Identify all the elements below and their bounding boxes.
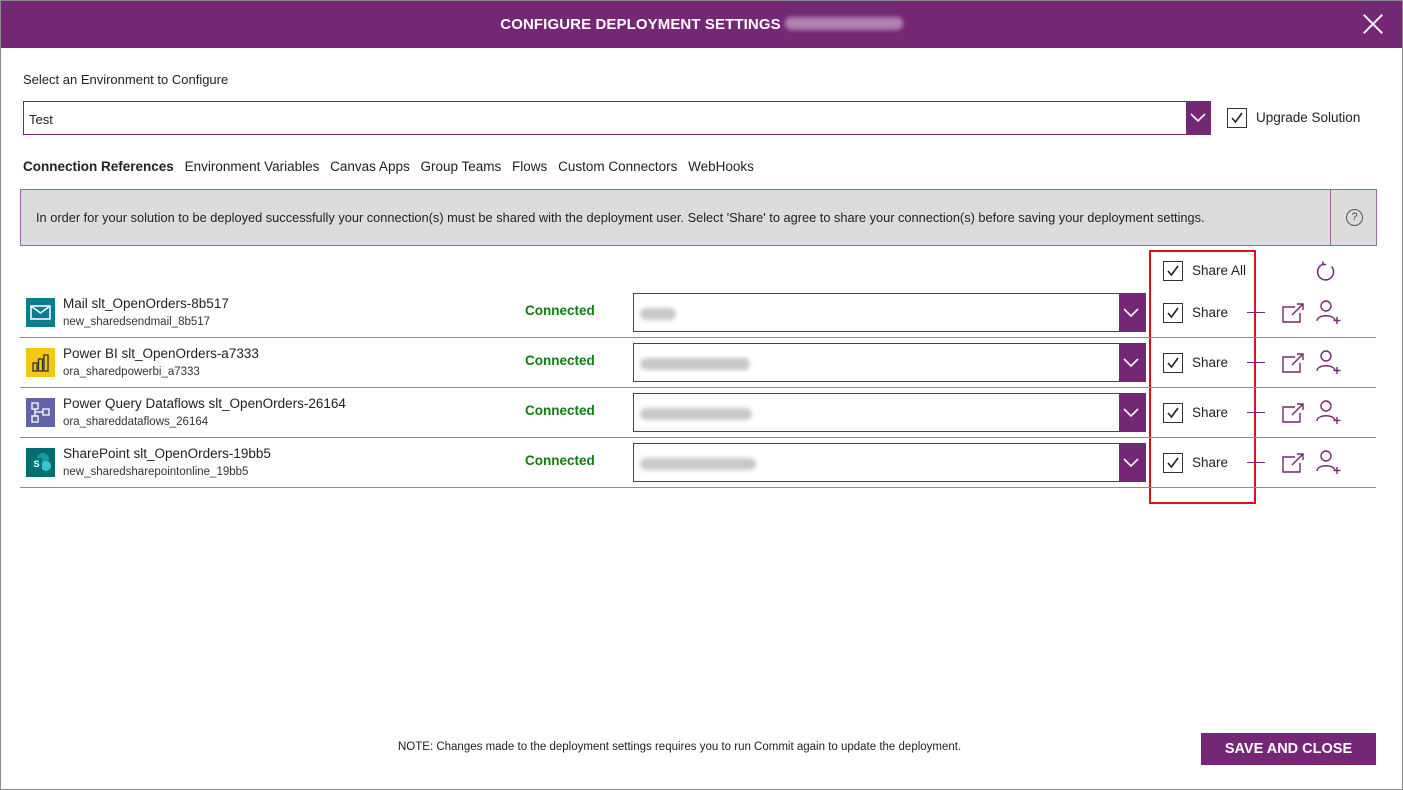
chevron-down-icon[interactable] xyxy=(1119,394,1145,431)
redacted-connection-value xyxy=(640,308,676,320)
divider-line xyxy=(1247,462,1265,463)
save-and-close-button[interactable]: SAVE AND CLOSE xyxy=(1201,733,1376,765)
connection-status: Connected xyxy=(525,453,595,468)
redacted-connection-value xyxy=(640,408,752,420)
open-external-icon[interactable] xyxy=(1281,452,1305,474)
checkbox-checked-icon[interactable] xyxy=(1163,453,1183,473)
add-user-icon[interactable] xyxy=(1316,449,1342,475)
share-checkbox[interactable]: Share xyxy=(1163,303,1228,323)
settings-tabs: Connection References Environment Variab… xyxy=(23,159,761,174)
tab-flows[interactable]: Flows xyxy=(512,159,547,174)
share-label: Share xyxy=(1192,355,1229,370)
divider-line xyxy=(1247,312,1265,313)
connection-row-dataflows: Power Query Dataflows slt_OpenOrders-261… xyxy=(20,388,1376,438)
connection-name: Power BI slt_OpenOrders-a7333 xyxy=(63,346,259,361)
divider-line xyxy=(1247,362,1265,363)
connection-logical-name: ora_shareddataflows_26164 xyxy=(63,416,209,428)
upgrade-solution-checkbox[interactable]: Upgrade Solution xyxy=(1227,108,1360,128)
dataflows-icon xyxy=(26,398,55,427)
share-label: Share xyxy=(1192,405,1229,420)
connection-row-sharepoint: S SharePoint slt_OpenOrders-19bb5 new_sh… xyxy=(20,438,1376,488)
chevron-down-icon[interactable] xyxy=(1119,444,1145,481)
share-all-checkbox[interactable]: Share All xyxy=(1163,261,1246,281)
dialog-title: CONFIGURE DEPLOYMENT SETTINGS xyxy=(1,16,1402,33)
upgrade-solution-label: Upgrade Solution xyxy=(1256,110,1361,125)
connection-name: Mail slt_OpenOrders-8b517 xyxy=(63,296,229,311)
svg-text:S: S xyxy=(33,459,39,469)
share-all-label: Share All xyxy=(1192,263,1247,278)
connection-select[interactable] xyxy=(633,343,1146,382)
redacted-connection-value xyxy=(640,458,756,470)
refresh-icon[interactable] xyxy=(1315,261,1337,283)
info-banner: In order for your solution to be deploye… xyxy=(20,189,1377,246)
share-checkbox[interactable]: Share xyxy=(1163,353,1228,373)
checkbox-checked-icon[interactable] xyxy=(1163,303,1183,323)
environment-selected-value: Test xyxy=(29,112,53,127)
tab-webhooks[interactable]: WebHooks xyxy=(688,159,754,174)
environment-label: Select an Environment to Configure xyxy=(23,72,229,87)
connection-select[interactable] xyxy=(633,443,1146,482)
checkbox-checked-icon[interactable] xyxy=(1227,108,1247,128)
connection-name: SharePoint slt_OpenOrders-19bb5 xyxy=(63,446,271,461)
add-user-icon[interactable] xyxy=(1316,349,1342,375)
checkbox-checked-icon[interactable] xyxy=(1163,261,1183,281)
share-checkbox[interactable]: Share xyxy=(1163,453,1228,473)
connection-select[interactable] xyxy=(633,293,1146,332)
tab-connection-references[interactable]: Connection References xyxy=(23,159,174,174)
connection-status: Connected xyxy=(525,353,595,368)
chevron-down-icon[interactable] xyxy=(1186,102,1210,134)
close-icon[interactable] xyxy=(1362,13,1384,35)
redacted-solution-name xyxy=(784,17,903,30)
powerbi-icon xyxy=(26,348,55,377)
add-user-icon[interactable] xyxy=(1316,299,1342,325)
checkbox-checked-icon[interactable] xyxy=(1163,353,1183,373)
redacted-connection-value xyxy=(640,358,750,370)
checkbox-checked-icon[interactable] xyxy=(1163,403,1183,423)
connection-name: Power Query Dataflows slt_OpenOrders-261… xyxy=(63,396,346,411)
sharepoint-icon: S xyxy=(26,448,55,477)
connection-row-powerbi: Power BI slt_OpenOrders-a7333 ora_shared… xyxy=(20,338,1376,388)
connection-select[interactable] xyxy=(633,393,1146,432)
connection-status: Connected xyxy=(525,303,595,318)
add-user-icon[interactable] xyxy=(1316,399,1342,425)
banner-message: In order for your solution to be deploye… xyxy=(36,210,1205,225)
chevron-down-icon[interactable] xyxy=(1119,294,1145,331)
tab-canvas-apps[interactable]: Canvas Apps xyxy=(330,159,410,174)
open-external-icon[interactable] xyxy=(1281,302,1305,324)
mail-icon xyxy=(26,298,55,327)
share-label: Share xyxy=(1192,305,1229,320)
tab-environment-variables[interactable]: Environment Variables xyxy=(185,159,320,174)
help-icon[interactable]: ? xyxy=(1346,209,1363,226)
connection-logical-name: new_sharedsharepointonline_19bb5 xyxy=(63,466,249,478)
chevron-down-icon[interactable] xyxy=(1119,344,1145,381)
tab-group-teams[interactable]: Group Teams xyxy=(420,159,501,174)
share-label: Share xyxy=(1192,455,1229,470)
deployment-settings-dialog: CONFIGURE DEPLOYMENT SETTINGS Select an … xyxy=(0,0,1403,790)
environment-select[interactable]: Test xyxy=(23,101,1211,135)
footer-note: NOTE: Changes made to the deployment set… xyxy=(398,741,962,753)
connection-row-mail: Mail slt_OpenOrders-8b517 new_sharedsend… xyxy=(20,288,1376,338)
tab-custom-connectors[interactable]: Custom Connectors xyxy=(558,159,677,174)
help-button[interactable]: ? xyxy=(1330,190,1376,245)
divider-line xyxy=(1247,412,1265,413)
open-external-icon[interactable] xyxy=(1281,402,1305,424)
title-bar: CONFIGURE DEPLOYMENT SETTINGS xyxy=(1,1,1402,48)
share-checkbox[interactable]: Share xyxy=(1163,403,1228,423)
open-external-icon[interactable] xyxy=(1281,352,1305,374)
connection-logical-name: ora_sharedpowerbi_a7333 xyxy=(63,366,200,378)
connection-logical-name: new_sharedsendmail_8b517 xyxy=(63,316,211,328)
connection-status: Connected xyxy=(525,403,595,418)
